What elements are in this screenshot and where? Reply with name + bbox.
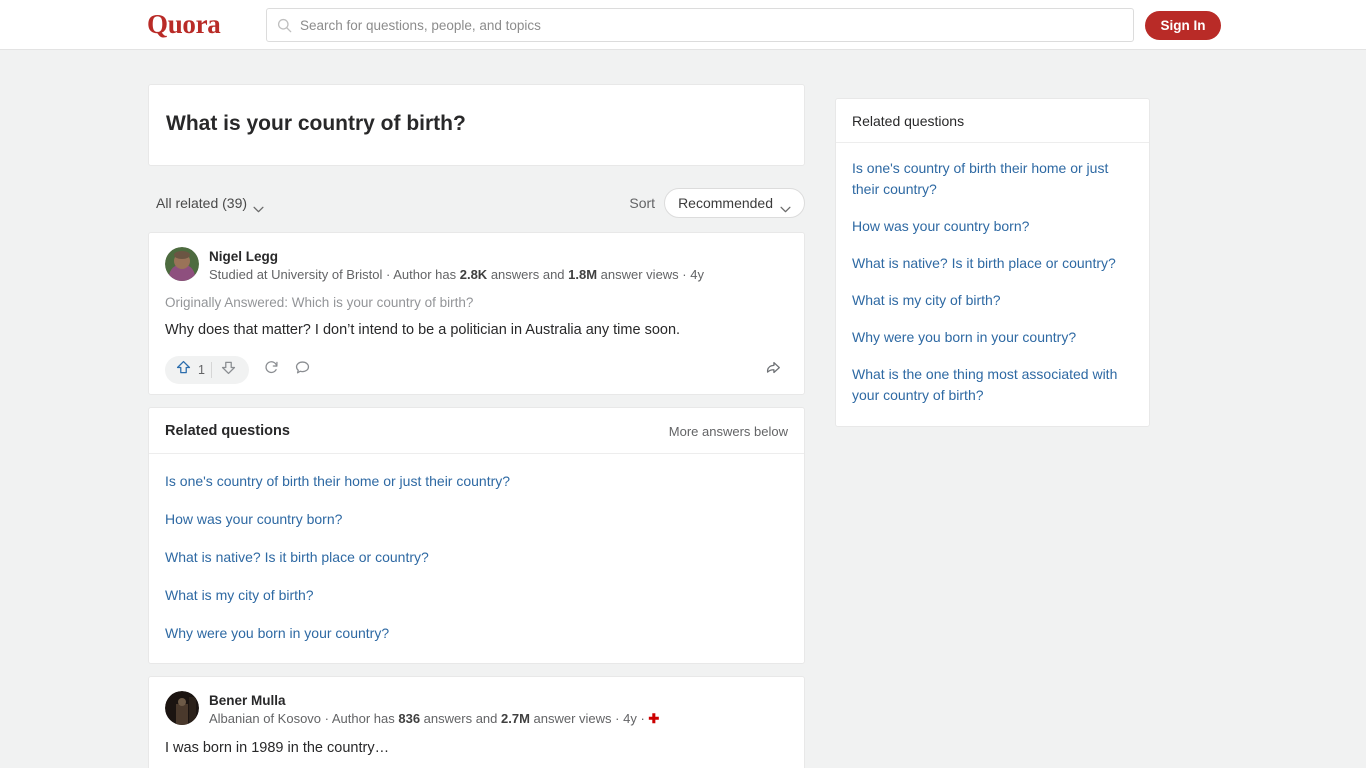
credential-mid: answers and: [420, 711, 501, 726]
sidebar-item-3[interactable]: What is my city of birth?: [836, 282, 1149, 319]
answer-card: Bener Mulla Albanian of Kosovo · Author …: [148, 676, 805, 768]
originally-answered: Originally Answered: Which is your count…: [165, 295, 474, 310]
main-column: What is your country of birth? All relat…: [148, 84, 805, 768]
upvote-button[interactable]: 1: [171, 359, 211, 381]
vote-cluster: 1: [165, 356, 311, 384]
upvote-icon: [175, 359, 192, 381]
filter-sort-row: All related (39) Sort Recommended: [148, 178, 805, 232]
search-icon: [277, 18, 292, 33]
repost-icon: [263, 359, 280, 381]
credential-prefix: Albanian of Kosovo · Author has: [209, 711, 399, 726]
action-row: 1: [165, 354, 788, 386]
answer-card: Nigel Legg Studied at University of Bris…: [148, 232, 805, 395]
share-button[interactable]: [764, 359, 788, 382]
list-item[interactable]: Is one's country of birth their home or …: [149, 463, 804, 501]
page-body: What is your country of birth? All relat…: [0, 50, 1366, 768]
comment-icon: [294, 359, 311, 381]
credential-suffix: answer views · 4y: [597, 267, 704, 282]
author-row: Bener Mulla Albanian of Kosovo · Author …: [165, 691, 788, 728]
author-credential: Albanian of Kosovo · Author has 836 answ…: [209, 709, 659, 728]
author-meta: Bener Mulla Albanian of Kosovo · Author …: [209, 691, 659, 728]
page-title: What is your country of birth?: [166, 112, 466, 135]
related-questions-title: Related questions: [165, 423, 290, 439]
sidebar-title: Related questions: [836, 99, 1149, 143]
credential-prefix: Studied at University of Bristol · Autho…: [209, 267, 460, 282]
repost-button[interactable]: [263, 359, 280, 381]
avatar[interactable]: [165, 691, 199, 725]
more-answers-below-label[interactable]: More answers below: [669, 424, 788, 439]
related-questions-header: Related questions More answers below: [149, 408, 804, 454]
credential-suffix: answer views · 4y ·: [529, 711, 649, 726]
chevron-down-icon: [253, 200, 264, 212]
sort-value: Recommended: [678, 195, 773, 211]
answer-body: Bener Mulla Albanian of Kosovo · Author …: [149, 677, 804, 768]
answer-text: I was born in 1989 in the country…: [165, 740, 390, 756]
answer-text: Why does that matter? I don’t intend to …: [165, 322, 681, 338]
answers-count: 836: [398, 711, 421, 726]
author-name[interactable]: Nigel Legg: [209, 248, 704, 265]
related-questions-list: Is one's country of birth their home or …: [149, 454, 804, 663]
sort-group: Sort Recommended: [629, 188, 805, 218]
vote-pill: 1: [165, 356, 249, 384]
sidebar-item-0[interactable]: Is one's country of birth their home or …: [836, 150, 1149, 208]
views-count: 1.8M: [568, 267, 598, 282]
author-credential: Studied at University of Bristol · Autho…: [209, 265, 704, 284]
search-bar[interactable]: [266, 8, 1134, 42]
sidebar-item-2[interactable]: What is native? Is it birth place or cou…: [836, 245, 1149, 282]
sign-in-button[interactable]: Sign In: [1145, 11, 1221, 40]
quora-plus-icon: ✚: [648, 711, 660, 726]
sidebar-item-1[interactable]: How was your country born?: [836, 208, 1149, 245]
sort-label: Sort: [629, 195, 656, 211]
upvote-count: 1: [198, 363, 205, 377]
author-meta: Nigel Legg Studied at University of Bris…: [209, 247, 704, 284]
site-header: Quora Sign In: [0, 0, 1366, 50]
list-item[interactable]: What is my city of birth?: [149, 577, 804, 615]
search-input[interactable]: [300, 10, 1123, 40]
views-count: 2.7M: [501, 711, 530, 726]
avatar[interactable]: [165, 247, 199, 281]
related-questions-inline-card: Related questions More answers below Is …: [148, 407, 805, 664]
sidebar-item-5[interactable]: What is the one thing most associated wi…: [836, 356, 1149, 414]
list-item[interactable]: How was your country born?: [149, 501, 804, 539]
quora-logo[interactable]: Quora: [147, 9, 221, 39]
all-related-label: All related (39): [156, 195, 248, 211]
comment-button[interactable]: [294, 359, 311, 381]
downvote-icon: [220, 359, 237, 381]
share-icon: [764, 359, 782, 382]
question-card: What is your country of birth?: [148, 84, 805, 166]
answer-body: Nigel Legg Studied at University of Bris…: [149, 233, 804, 394]
sidebar-item-4[interactable]: Why were you born in your country?: [836, 319, 1149, 356]
sidebar-related-questions-card: Related questions Is one's country of bi…: [835, 98, 1150, 427]
credential-mid: answers and: [487, 267, 569, 282]
author-row: Nigel Legg Studied at University of Bris…: [165, 247, 788, 284]
list-item[interactable]: What is native? Is it birth place or cou…: [149, 539, 804, 577]
answers-count: 2.8K: [459, 267, 488, 282]
author-name[interactable]: Bener Mulla: [209, 692, 659, 709]
list-item[interactable]: Why were you born in your country?: [149, 615, 804, 653]
all-related-dropdown[interactable]: All related (39): [156, 195, 264, 212]
sort-dropdown[interactable]: Recommended: [664, 188, 805, 218]
sidebar-list: Is one's country of birth their home or …: [836, 143, 1149, 426]
sidebar: Related questions Is one's country of bi…: [835, 98, 1150, 427]
chevron-down-icon: [780, 200, 791, 212]
downvote-button[interactable]: [212, 359, 243, 381]
